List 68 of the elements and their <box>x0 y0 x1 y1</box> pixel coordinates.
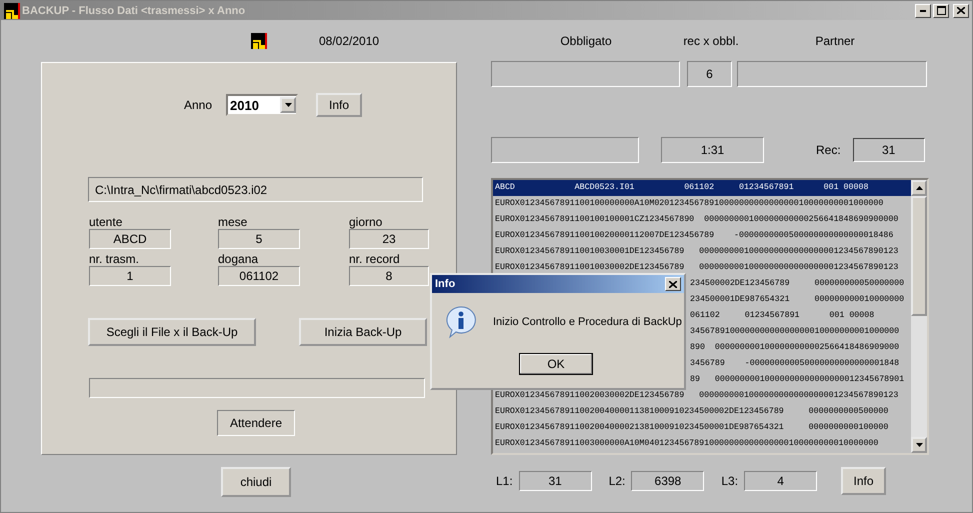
record-row[interactable]: ABCD ABCD0523.I01 061102 01234567891 001 00008 <box>493 180 911 196</box>
dialog-title: Info <box>435 278 456 290</box>
dialog-close-button[interactable] <box>665 277 681 291</box>
window-title: BACKUP - Flusso Dati <trasmessi> x Anno <box>22 4 246 16</box>
close-button[interactable] <box>953 4 969 18</box>
record-row[interactable]: EUROX012345678911002004000011381000910234500002DE123456789 0000000000500000 <box>493 404 911 420</box>
record-row[interactable]: EUROX0123456789110010030001DE123456789 0000000001000000000000000001234567890123 <box>493 244 911 260</box>
column-header: rec x obbl. <box>683 34 739 48</box>
year-label: Anno <box>184 98 212 112</box>
value-field: 8 <box>349 266 429 286</box>
field-label: mese <box>218 216 248 229</box>
record-row[interactable]: EUROX01234567891100100000000A10M0201234567891000000000000000010000000001000000 <box>493 196 911 212</box>
ok-button[interactable]: OK <box>519 353 593 375</box>
column-header: Partner <box>815 34 855 48</box>
counter-field: 31 <box>518 471 592 491</box>
app-logo-icon <box>4 2 20 18</box>
record-row[interactable]: EUROX0123456789110010020000112007DE123456789 -0000000000500000000000000018486 <box>493 228 911 244</box>
scroll-up-button[interactable] <box>911 180 927 196</box>
counter-label: L1: <box>496 474 513 488</box>
caret-icon <box>284 103 292 107</box>
value-field: 5 <box>218 229 300 249</box>
info-button[interactable]: Info <box>841 467 886 495</box>
scrollbar[interactable] <box>911 180 927 453</box>
minimize-icon <box>920 10 926 12</box>
field-label: giorno <box>349 216 384 229</box>
info-icon <box>444 305 478 339</box>
records-per-obligated-field: 6 <box>687 61 732 87</box>
logo-icon <box>251 33 267 49</box>
dropdown-button[interactable] <box>280 97 296 113</box>
down-arrow-icon <box>916 443 922 447</box>
close-form-button[interactable]: chiudi <box>221 467 291 497</box>
start-backup-button[interactable]: Inizia Back-Up <box>299 318 427 346</box>
maximize-button[interactable] <box>933 4 949 18</box>
info-button[interactable]: Info <box>316 93 362 117</box>
column-header: Obbligato <box>560 34 612 48</box>
field-label: dogana <box>218 253 260 266</box>
field-label: nr. record <box>349 253 401 266</box>
counter-label: L3: <box>721 474 738 488</box>
records-field: 31 <box>852 138 925 162</box>
minimize-button[interactable] <box>915 4 931 18</box>
dialog-message: Inizio Controllo e Procedura di BackUp <box>493 316 682 328</box>
file-path-field[interactable]: C:\Intra_Nc\firmati\abcd0523.i02 <box>88 177 423 202</box>
field-label: utente <box>89 216 124 229</box>
value-field: ABCD <box>89 229 171 249</box>
year-select[interactable]: 2010 <box>226 94 298 116</box>
counter-field: 6398 <box>631 471 704 491</box>
value-field: 1 <box>89 266 171 286</box>
records-label: Rec: <box>816 143 841 157</box>
record-row[interactable]: EUROX01234567891100100100001CZ1234567890 000000000100000000000256641848690900000 <box>493 212 911 228</box>
value-field: 061102 <box>218 266 300 286</box>
scroll-down-button[interactable] <box>911 437 927 453</box>
record-row[interactable]: EUROX0123456789110020030002DE123456789 0000000001000000000000000001234567890123 <box>493 388 911 404</box>
up-arrow-icon <box>916 186 922 190</box>
value-field: 23 <box>349 229 429 249</box>
maximize-icon <box>936 6 946 15</box>
close-icon <box>957 7 965 14</box>
status-label: Attendere <box>217 410 295 436</box>
field-label: nr. trasm. <box>89 253 140 266</box>
counter-label: L2: <box>608 474 626 488</box>
choose-file-button[interactable]: Scegli il File x il Back-Up <box>88 318 256 346</box>
record-row[interactable]: EUROX012345678911002004000021381000910234500001DE987654321 0000000000100000 <box>493 420 911 436</box>
date-label: 08/02/2010 <box>319 34 380 48</box>
record-row[interactable]: EUROX012345678911003000000A10M04012345678910000000000000000100000000010000000 <box>493 436 911 452</box>
time-field: 1:31 <box>661 137 764 163</box>
close-icon <box>669 280 677 288</box>
record-row[interactable]: EUROX0123456789110010030002DE123456789 0000000001000000000000000001234567890123 <box>493 260 911 276</box>
scroll-thumb[interactable] <box>911 196 927 316</box>
counter-field: 4 <box>744 471 818 491</box>
